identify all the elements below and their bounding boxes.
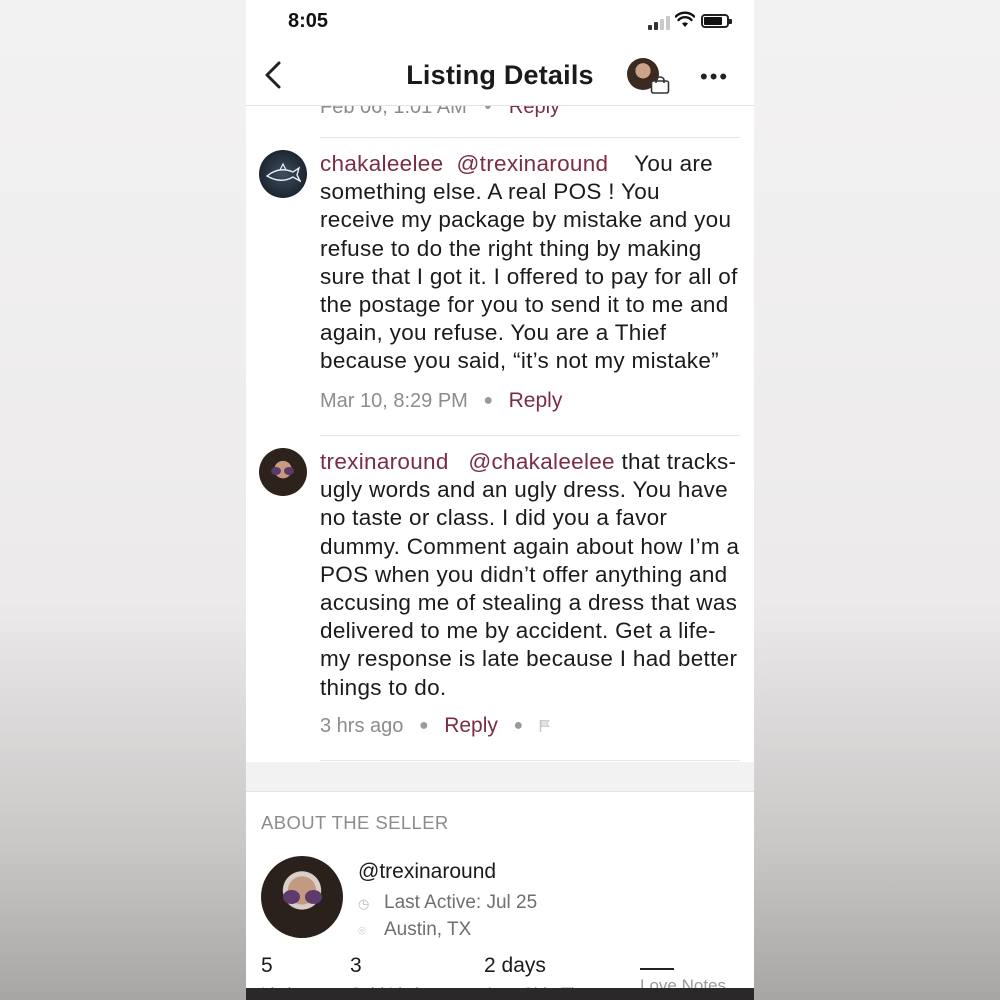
battery-icon [701,14,732,28]
stat-placeholder-dash [640,968,674,970]
comment-meta: Mar 10, 8:29 PM ● Reply [320,389,563,412]
stat-value: 3 [350,954,362,977]
previous-comment-meta: Feb 06, 1:01 AM • Reply [320,106,560,119]
background-right [754,0,1000,1000]
seller-avatar[interactable] [261,856,343,938]
flag-icon[interactable] [539,719,551,733]
comment-time: Mar 10, 8:29 PM [320,390,468,412]
comment-mention[interactable]: @chakaleelee [468,449,615,474]
about-seller-section: ABOUT THE SELLER @trexinaround ◷ Last Act… [246,792,754,1000]
location-row: ⌾ Austin, TX [358,919,471,941]
comment-mention[interactable]: @trexinaround [457,151,609,176]
stat-value: 5 [261,954,273,977]
reply-link[interactable]: Reply [509,389,563,412]
bottom-edge [246,988,754,1000]
divider [320,137,740,138]
cellular-signal-icon [648,14,670,30]
last-active-text: Last Active: Jul 25 [384,892,538,913]
comment-text: You are something else. A real POS ! You… [320,151,738,374]
comment-username[interactable]: trexinaround [320,449,449,474]
comment-body: chakaleelee @trexinaround You are someth… [320,150,740,376]
reply-link[interactable]: Reply [444,714,498,737]
section-heading: ABOUT THE SELLER [261,812,449,833]
comment-username[interactable]: chakaleelee [320,151,443,176]
commenter-avatar[interactable] [259,150,307,198]
location-pin-icon: ⌾ [358,923,366,938]
section-separator [246,762,754,792]
shopping-bag-icon[interactable] [650,76,670,94]
reply-link[interactable]: Reply [509,106,560,118]
page-title: Listing Details [406,60,594,90]
stat-value: 2 days [484,954,546,977]
phone-screen: 8:05 Listing Details ••• Feb 06, 1:01 AM… [246,0,754,1000]
status-time: 8:05 [288,10,329,32]
comment-time: 3 hrs ago [320,715,404,737]
comments-area: Feb 06, 1:01 AM • Reply chakaleelee @tre… [246,106,754,1000]
comment-text: that tracks- ugly words and an ugly dres… [320,449,740,700]
clock-icon: ◷ [358,896,370,911]
location-text: Austin, TX [384,919,472,940]
divider [320,760,740,761]
last-active-row: ◷ Last Active: Jul 25 [358,892,537,914]
commenter-avatar[interactable] [259,448,307,496]
divider [320,435,740,436]
comment-body: trexinaround @chakaleelee that tracks- u… [320,448,740,702]
status-bar: 8:05 [246,0,754,44]
background-left [0,0,246,1000]
comment-time: Feb 06, 1:01 AM [320,106,467,118]
wifi-icon [675,11,695,27]
more-options-icon[interactable]: ••• [700,66,729,88]
seller-handle[interactable]: @trexinaround [358,860,496,884]
comment-meta: 3 hrs ago ● Reply ● [320,714,551,738]
nav-bar: Listing Details ••• [246,44,754,106]
